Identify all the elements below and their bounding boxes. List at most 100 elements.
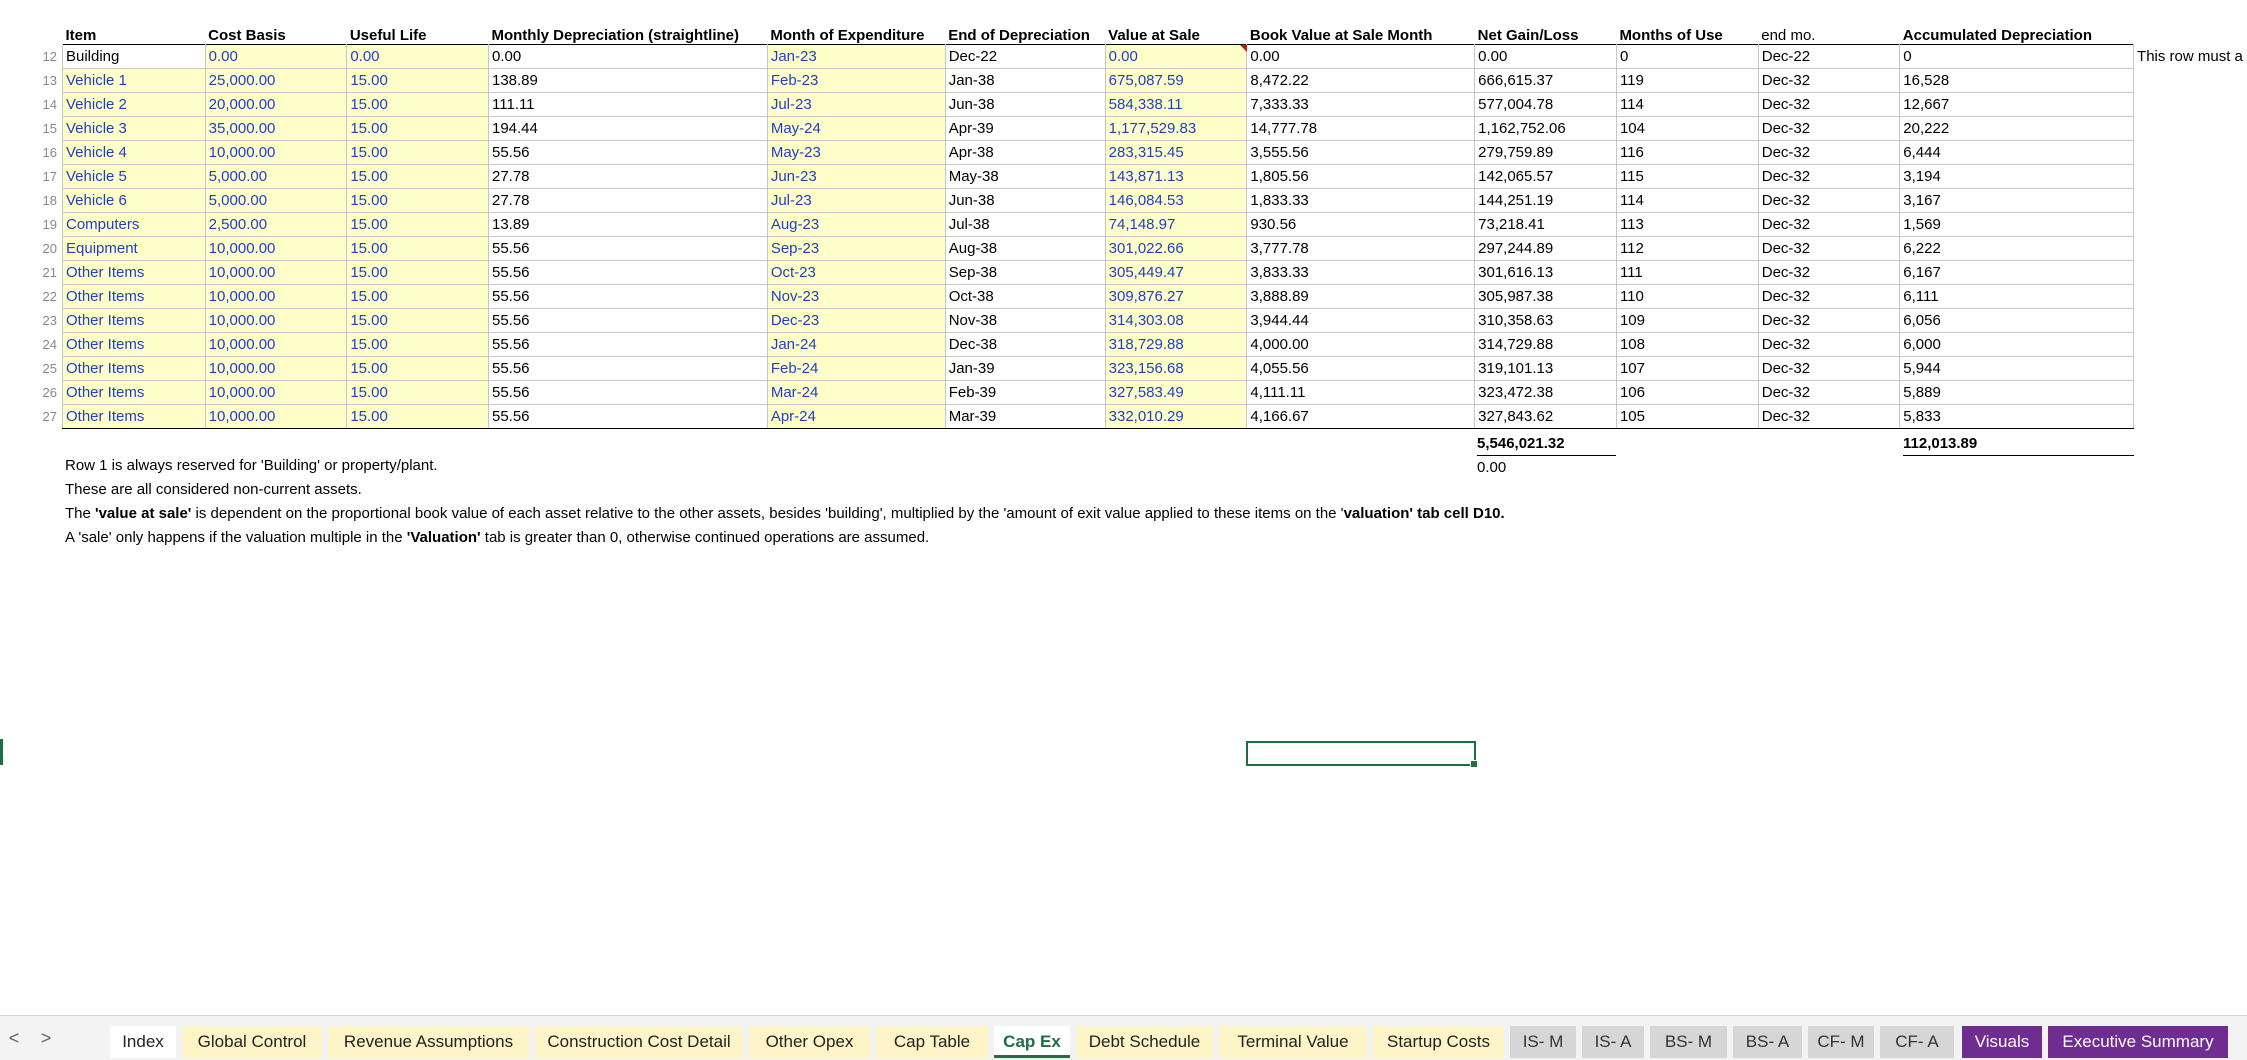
- row-number[interactable]: 26: [0, 381, 57, 405]
- monthly-depreciation-cell[interactable]: 55.56: [487, 140, 768, 165]
- book-value-cell[interactable]: 4,166.67: [1246, 404, 1476, 429]
- end-of-depreciation-cell[interactable]: Apr-38: [944, 140, 1106, 165]
- net-gain-cell[interactable]: 73,218.41: [1474, 212, 1617, 237]
- row-number[interactable]: 23: [0, 309, 57, 333]
- end-of-depreciation-cell[interactable]: Dec-38: [944, 332, 1106, 357]
- end-mo-cell[interactable]: Dec-32: [1757, 332, 1901, 357]
- end-of-depreciation-cell[interactable]: Feb-39: [944, 380, 1106, 405]
- tab-construction-cost-detail[interactable]: Construction Cost Detail: [535, 1026, 743, 1058]
- tab-debt-schedule[interactable]: Debt Schedule: [1076, 1026, 1213, 1058]
- months-of-use-cell[interactable]: 119: [1615, 68, 1759, 93]
- header-value-at-sale[interactable]: Value at Sale: [1105, 21, 1247, 45]
- tab-global-control[interactable]: Global Control: [182, 1026, 322, 1058]
- accumulated-depreciation-cell[interactable]: 16,528: [1899, 68, 2135, 93]
- value-at-sale-cell[interactable]: 323,156.68: [1104, 356, 1248, 381]
- net-gain-cell[interactable]: 327,843.62: [1474, 404, 1617, 429]
- end-mo-cell[interactable]: Dec-32: [1757, 116, 1901, 141]
- accumulated-depreciation-cell[interactable]: 6,000: [1899, 332, 2135, 357]
- month-of-expenditure-cell[interactable]: Jan-23: [766, 44, 946, 69]
- net-gain-cell[interactable]: 142,065.57: [1474, 164, 1617, 189]
- item-cell[interactable]: Vehicle 1: [62, 68, 206, 93]
- book-value-cell[interactable]: 0.00: [1246, 44, 1476, 69]
- month-of-expenditure-cell[interactable]: Feb-24: [766, 356, 946, 381]
- header-item[interactable]: Item: [63, 21, 206, 45]
- month-of-expenditure-cell[interactable]: Aug-23: [766, 212, 946, 237]
- comment-indicator-icon[interactable]: [1240, 45, 1247, 52]
- months-of-use-cell[interactable]: 114: [1615, 92, 1759, 117]
- accumulated-depreciation-cell[interactable]: 1,569: [1899, 212, 2135, 237]
- note-line-3[interactable]: The 'value at sale' is dependent on the …: [65, 502, 1505, 526]
- monthly-depreciation-cell[interactable]: 194.44: [487, 116, 768, 141]
- cost-basis-cell[interactable]: 10,000.00: [204, 308, 348, 333]
- item-cell[interactable]: Vehicle 6: [62, 188, 206, 213]
- useful-life-cell[interactable]: 15.00: [346, 260, 489, 285]
- value-at-sale-cell[interactable]: 318,729.88: [1104, 332, 1248, 357]
- accumulated-depreciation-cell[interactable]: 6,111: [1899, 284, 2135, 309]
- empty-cell[interactable]: [2134, 381, 2247, 405]
- net-gain-cell[interactable]: 301,616.13: [1474, 260, 1617, 285]
- item-cell[interactable]: Computers: [62, 212, 206, 237]
- empty-cell[interactable]: [2134, 117, 2247, 141]
- monthly-depreciation-cell[interactable]: 27.78: [487, 188, 768, 213]
- end-of-depreciation-cell[interactable]: Apr-39: [944, 116, 1106, 141]
- useful-life-cell[interactable]: 15.00: [346, 188, 489, 213]
- net-gain-cell[interactable]: 577,004.78: [1474, 92, 1617, 117]
- cost-basis-cell[interactable]: 10,000.00: [204, 404, 348, 429]
- tab-startup-costs[interactable]: Startup Costs: [1373, 1026, 1504, 1058]
- value-at-sale-cell[interactable]: 74,148.97: [1104, 212, 1248, 237]
- header-end-of-depreciation[interactable]: End of Depreciation: [945, 21, 1105, 45]
- monthly-depreciation-cell[interactable]: 111.11: [487, 92, 768, 117]
- header-monthly-depreciation[interactable]: Monthly Depreciation (straightline): [488, 21, 767, 45]
- useful-life-cell[interactable]: 15.00: [346, 332, 489, 357]
- empty-cell[interactable]: [2134, 165, 2247, 189]
- end-mo-cell[interactable]: Dec-32: [1757, 68, 1901, 93]
- accumulated-depreciation-cell[interactable]: 6,056: [1899, 308, 2135, 333]
- useful-life-cell[interactable]: 15.00: [346, 380, 489, 405]
- item-cell[interactable]: Vehicle 2: [62, 92, 206, 117]
- end-of-depreciation-cell[interactable]: Sep-38: [944, 260, 1106, 285]
- row-number[interactable]: 21: [0, 261, 57, 285]
- month-of-expenditure-cell[interactable]: Jul-23: [766, 188, 946, 213]
- net-gain-cell[interactable]: 666,615.37: [1474, 68, 1617, 93]
- month-of-expenditure-cell[interactable]: May-24: [766, 116, 946, 141]
- months-of-use-cell[interactable]: 112: [1615, 236, 1759, 261]
- book-value-cell[interactable]: 3,555.56: [1246, 140, 1476, 165]
- useful-life-cell[interactable]: 15.00: [346, 284, 489, 309]
- tab-is-m[interactable]: IS- M: [1510, 1026, 1576, 1058]
- spreadsheet-grid[interactable]: 12 13 14 15 16 17 18 19 20 21 22 23 24 25 26 27 Item Co…: [0, 0, 2247, 1010]
- months-of-use-cell[interactable]: 108: [1615, 332, 1759, 357]
- end-mo-cell[interactable]: Dec-32: [1757, 404, 1901, 429]
- net-gain-cell[interactable]: 297,244.89: [1474, 236, 1617, 261]
- useful-life-cell[interactable]: 15.00: [346, 308, 489, 333]
- header-net-gain-loss[interactable]: Net Gain/Loss: [1475, 21, 1617, 45]
- value-at-sale-cell[interactable]: 675,087.59: [1104, 68, 1248, 93]
- item-cell[interactable]: Other Items: [62, 356, 206, 381]
- months-of-use-cell[interactable]: 114: [1615, 188, 1759, 213]
- useful-life-cell[interactable]: 15.00: [346, 140, 489, 165]
- selected-cell[interactable]: [1246, 741, 1478, 768]
- cost-basis-cell[interactable]: 5,000.00: [204, 188, 348, 213]
- book-value-cell[interactable]: 3,888.89: [1246, 284, 1476, 309]
- value-at-sale-cell[interactable]: 309,876.27: [1104, 284, 1248, 309]
- months-of-use-cell[interactable]: 116: [1615, 140, 1759, 165]
- month-of-expenditure-cell[interactable]: Jul-23: [766, 92, 946, 117]
- item-cell[interactable]: Building: [62, 44, 206, 69]
- book-value-cell[interactable]: 4,055.56: [1246, 356, 1476, 381]
- end-mo-cell[interactable]: Dec-32: [1757, 380, 1901, 405]
- monthly-depreciation-cell[interactable]: 0.00: [487, 44, 768, 69]
- net-gain-check[interactable]: 0.00: [1477, 456, 1506, 479]
- useful-life-cell[interactable]: 15.00: [346, 404, 489, 429]
- useful-life-cell[interactable]: 15.00: [346, 212, 489, 237]
- item-cell[interactable]: Other Items: [62, 284, 206, 309]
- tab-cf-a[interactable]: CF- A: [1880, 1026, 1954, 1058]
- monthly-depreciation-cell[interactable]: 55.56: [487, 260, 768, 285]
- tab-cap-table[interactable]: Cap Table: [876, 1026, 988, 1058]
- book-value-cell[interactable]: 1,805.56: [1246, 164, 1476, 189]
- fill-handle[interactable]: [1470, 760, 1478, 768]
- months-of-use-cell[interactable]: 109: [1615, 308, 1759, 333]
- item-cell[interactable]: Other Items: [62, 260, 206, 285]
- months-of-use-cell[interactable]: 110: [1615, 284, 1759, 309]
- end-of-depreciation-cell[interactable]: Jun-38: [944, 92, 1106, 117]
- empty-cell[interactable]: [2134, 93, 2247, 117]
- end-mo-cell[interactable]: Dec-32: [1757, 164, 1901, 189]
